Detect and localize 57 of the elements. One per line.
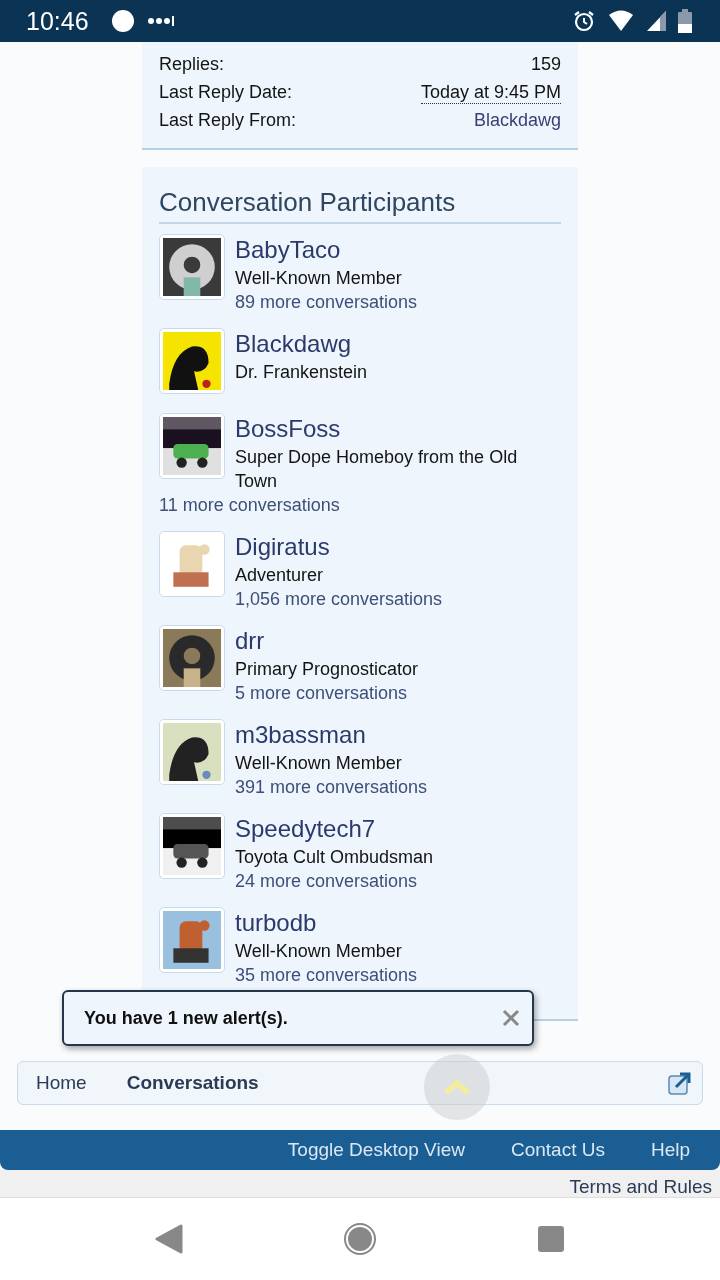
avatar[interactable] (159, 907, 225, 973)
dot-icon (110, 9, 135, 33)
conversations-link[interactable]: 391 more conversations (235, 775, 428, 799)
signal-icon (646, 10, 666, 32)
user-title: Adventurer (235, 564, 325, 587)
conversations-link[interactable]: 24 more conversations (235, 869, 418, 893)
user-title: Well-Known Member (235, 940, 403, 963)
wifi-icon (608, 10, 634, 32)
conversations-link[interactable]: 1,056 more conversations (235, 587, 443, 611)
username-link[interactable]: BossFoss (235, 413, 561, 445)
avatar[interactable] (159, 813, 225, 879)
user-title: Super Dope Homeboy from the Old Town (235, 446, 519, 493)
home-icon[interactable] (343, 1222, 377, 1256)
conversations-link[interactable]: 89 more conversations (235, 290, 418, 314)
avatar[interactable] (159, 234, 225, 300)
battery-icon (678, 9, 692, 33)
username-link[interactable]: Blackdawg (235, 328, 561, 360)
username-link[interactable]: BabyTaco (235, 234, 561, 266)
username-link[interactable]: m3bassman (235, 719, 561, 751)
footer-link[interactable]: Toggle Desktop View (287, 1139, 465, 1161)
avatar[interactable] (159, 413, 225, 479)
conversations-link[interactable]: 11 more conversations (159, 493, 340, 517)
user-link[interactable]: Blackdawg (473, 106, 561, 134)
breadcrumb-link[interactable]: Home (36, 1072, 87, 1094)
conversations-link[interactable]: 35 more conversations (235, 963, 418, 987)
external-link-icon[interactable] (668, 1071, 692, 1095)
user-title: Toyota Cult Ombudsman (235, 846, 435, 869)
clock-time: 10:46 (26, 6, 89, 36)
section-heading: Conversation Participants (159, 187, 561, 224)
avatar[interactable] (159, 328, 225, 394)
user-title: Dr. Frankenstein (235, 361, 369, 384)
more-icon (146, 16, 175, 26)
info-label: Last Reply From: (159, 109, 297, 132)
user-title: Well-Known Member (235, 752, 403, 775)
info-value: 159 (530, 53, 561, 76)
user-title: Well-Known Member (235, 267, 403, 290)
close-icon[interactable] (502, 1009, 520, 1027)
alert-message: You have 1 new alert(s). (84, 1007, 288, 1029)
username-link[interactable]: Digiratus (235, 531, 561, 563)
breadcrumb-link[interactable]: Conversations (126, 1072, 259, 1094)
conversations-link[interactable]: 5 more conversations (235, 681, 408, 705)
chevron-up-icon (443, 1079, 471, 1095)
alarm-icon (572, 9, 596, 33)
recents-icon[interactable] (537, 1225, 565, 1253)
avatar[interactable] (159, 719, 225, 785)
info-label: Last Reply Date: (159, 81, 293, 104)
username-link[interactable]: turbodb (235, 907, 561, 939)
user-title: Primary Prognosticator (235, 658, 420, 681)
info-label: Replies: (159, 53, 225, 76)
back-icon[interactable] (155, 1224, 183, 1254)
avatar[interactable] (159, 625, 225, 691)
date-value: Today at 9:45 PM (420, 80, 561, 104)
terms-link[interactable]: Terms and Rules (569, 1177, 712, 1197)
footer-link[interactable]: Help (650, 1139, 690, 1161)
username-link[interactable]: Speedytech7 (235, 813, 561, 845)
footer-link[interactable]: Contact Us (510, 1139, 605, 1161)
username-link[interactable]: drr (235, 625, 561, 657)
